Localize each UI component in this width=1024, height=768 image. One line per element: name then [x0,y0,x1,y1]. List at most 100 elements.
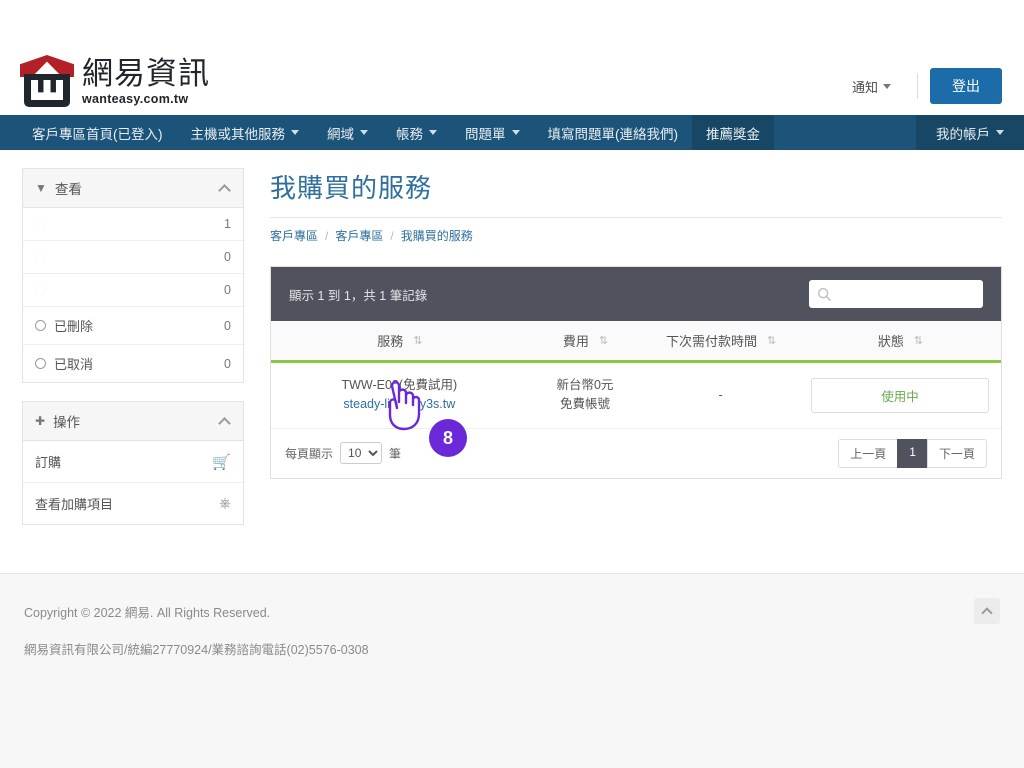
nav-item-contact[interactable]: 填寫問題單(連絡我們) [534,115,693,150]
nav-item-domain[interactable]: 網域 [313,115,382,150]
page-root: 網易資訊 wanteasy.com.tw 通知 登出 客戶專區首頁(已登入) 主… [0,0,1024,768]
cell-next-payment: - [718,388,723,403]
view-panel-title: 查看 [54,182,82,197]
breadcrumb-item[interactable]: 客戶專區 [335,227,383,244]
view-filter-panel: ▼ 查看 1 0 0 已刪除 0 已取消 0 [22,168,244,383]
action-row-order[interactable]: 訂購 🛒 [23,441,243,483]
main-content: 我購買的服務 客戶專區 / 客戶專區 / 我購買的服務 顯示 1 到 1，共 1… [270,168,1002,543]
action-row-addons[interactable]: 查看加購項目 ⎈ [23,483,243,524]
chevron-down-icon [883,83,891,89]
record-count-info: 顯示 1 到 1，共 1 筆記錄 [289,288,428,303]
column-header-fee[interactable]: 費用 ⇅ [527,321,643,363]
sort-both-icon: ⇅ [598,335,608,347]
notifications-label: 通知 [851,79,878,95]
filter-count: 1 [224,217,231,231]
header-divider [917,73,918,99]
nav-item-home[interactable]: 客戶專區首頁(已登入) [18,115,177,150]
action-panel: ✚ 操作 訂購 🛒 查看加購項目 ⎈ [22,401,244,525]
filter-left: 已取消 [35,354,93,373]
per-page-label: 每頁顯示 [285,446,334,461]
nav-label: 帳務 [396,126,423,142]
chevron-up-icon [981,606,993,619]
cell-fee: 新台幣0元 免費帳號 [528,362,643,428]
filter-row-cancelled[interactable]: 已取消 0 [23,345,243,382]
cell-service: TWW-E02(免費試用) steady-life.why3s.tw [271,362,528,428]
filter-count: 0 [224,318,231,333]
sidebar: ▼ 查看 1 0 0 已刪除 0 已取消 0 ✚ 操作 訂購 🛒 查看加購項目 … [22,168,244,543]
filter-row[interactable]: 0 [23,274,243,307]
main-navigation: 客戶專區首頁(已登入) 主機或其他服務 網域 帳務 問題單 填寫問題單(連絡我們… [0,115,1024,150]
nav-label: 問題單 [465,126,506,142]
brand-name-cn: 網易資訊 [82,55,210,92]
pagination-prev[interactable]: 上一頁 [838,438,899,468]
radio-icon [35,218,46,230]
cart-icon: 🛒 [212,453,231,471]
plus-icon: ✚ [35,414,46,428]
chevron-down-icon [360,130,368,135]
filter-row[interactable]: 1 [23,208,243,241]
nav-item-billing[interactable]: 帳務 [382,115,451,150]
fee-amount: 新台幣0元 [556,378,614,392]
nav-item-tickets[interactable]: 問題單 [451,115,534,150]
column-header-status[interactable]: 狀態 ⇅ [798,321,1001,363]
company-info-text: 網易資訊有限公司/統編27770924/業務諮詢電話(02)5576-0308 [24,643,369,657]
radio-icon [35,284,46,296]
column-label: 下次需付款時間 [665,334,757,349]
column-header-next-payment[interactable]: 下次需付款時間 ⇅ [642,321,799,363]
table-toolbar: 顯示 1 到 1，共 1 筆記錄 [271,267,1001,321]
chevron-up-icon[interactable] [218,416,231,430]
filter-count: 0 [224,356,231,371]
radio-icon [35,320,46,331]
nav-item-hosting[interactable]: 主機或其他服務 [177,115,314,150]
nav-label: 客戶專區首頁(已登入) [32,126,163,142]
brand-text: 網易資訊 wanteasy.com.tw [82,55,210,108]
cell-status: 使用中 [799,362,1001,428]
brand-logo[interactable]: 網易資訊 wanteasy.com.tw [20,55,210,107]
radio-icon [35,358,46,369]
search-box[interactable] [809,280,991,308]
radio-icon [35,251,46,263]
page-footer: Copyright © 2022 網易. All Rights Reserved… [0,573,1024,768]
pagination-page-1[interactable]: 1 [897,438,928,468]
content-area: ▼ 查看 1 0 0 已刪除 0 已取消 0 ✚ 操作 訂購 🛒 查看加購項目 … [0,150,1024,543]
search-input[interactable] [832,286,991,302]
per-page-control: 每頁顯示 10 筆 [285,442,402,465]
filter-left [35,251,54,263]
breadcrumb-item-current: 我購買的服務 [400,229,473,243]
chevron-down-icon [291,130,299,135]
sort-both-icon: ⇅ [766,335,776,347]
view-panel-header[interactable]: ▼ 查看 [23,169,243,208]
logout-button[interactable]: 登出 [930,68,1002,104]
nav-item-my-account[interactable]: 我的帳戶 [916,115,1024,150]
status-badge[interactable]: 使用中 [810,377,989,413]
column-label: 服務 [377,334,404,349]
filter-label: 已刪除 [54,319,94,334]
chevron-up-icon[interactable] [218,183,231,197]
column-label: 費用 [562,334,589,349]
per-page-suffix: 筆 [389,446,402,461]
nav-item-referral[interactable]: 推薦獎金 [692,115,774,150]
action-label: 訂購 [35,455,62,470]
top-header: 網易資訊 wanteasy.com.tw 通知 登出 [0,0,1024,115]
notifications-dropdown[interactable]: 通知 [838,71,905,102]
table-row[interactable]: TWW-E02(免費試用) steady-life.why3s.tw 新台幣0元… [271,362,1001,428]
nav-right-group: 我的帳戶 [898,115,1024,150]
column-header-service[interactable]: 服務 ⇅ [271,321,528,363]
per-page-select[interactable]: 10 [340,442,383,465]
filter-row[interactable]: 0 [23,241,243,274]
chevron-down-icon [996,130,1004,135]
brand-name-en: wanteasy.com.tw [82,91,189,106]
action-panel-header[interactable]: ✚ 操作 [23,402,243,441]
service-domain-link[interactable]: steady-life.why3s.tw [283,395,516,414]
filter-icon: ▼ [35,181,47,195]
nav-label: 填寫問題單(連絡我們) [547,126,679,142]
filter-label: 已取消 [54,357,94,372]
breadcrumb-item[interactable]: 客戶專區 [270,227,318,244]
house-logo-icon [20,55,74,107]
pagination-next[interactable]: 下一頁 [926,438,987,468]
scroll-to-top-button[interactable] [974,598,1000,624]
chevron-down-icon [511,130,520,135]
header-actions: 通知 登出 [838,68,1002,104]
filter-row-deleted[interactable]: 已刪除 0 [23,307,243,345]
sort-desc-icon: ⇅ [913,335,923,347]
